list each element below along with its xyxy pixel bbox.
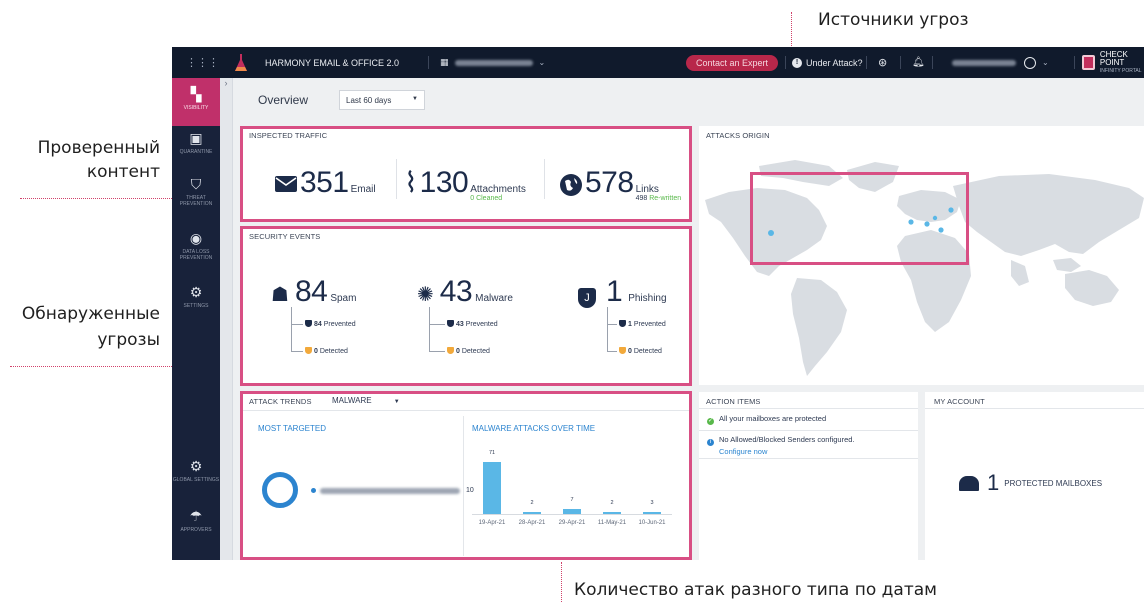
- sidebar-item-data-loss-prevention[interactable]: ◉ DATA LOSS PREVENTION: [172, 230, 220, 261]
- app-title: HARMONY EMAIL & OFFICE 2.0: [265, 57, 400, 68]
- callout-line: [561, 562, 562, 602]
- sidebar-item-visibility[interactable]: ▚ VISIBILITY: [172, 78, 220, 126]
- panel-title: MY ACCOUNT: [934, 397, 985, 406]
- info-icon: i: [707, 439, 714, 446]
- chevron-down-icon: ⌄: [538, 58, 546, 67]
- configure-now-link[interactable]: Configure now: [719, 447, 855, 456]
- highlight-attack-trends: [240, 391, 692, 560]
- action-item-senders: i No Allowed/Blocked Senders configured. …: [707, 435, 855, 456]
- sidebar-item-quarantine[interactable]: ▣ QUARANTINE: [172, 130, 220, 155]
- highlight-security-events: [240, 226, 692, 386]
- highlight-inspected-traffic: [240, 126, 692, 222]
- action-item-protected: ✓ All your mailboxes are protected: [707, 414, 827, 425]
- check-point-brand[interactable]: CHECK POINT INFINITY PORTAL: [1082, 47, 1144, 78]
- dlp-icon: ◉: [189, 230, 203, 246]
- chevron-right-icon: ›: [224, 78, 228, 88]
- callout-checked-content-l2: контент: [86, 162, 160, 182]
- mailbox-icon: [959, 475, 979, 491]
- harmony-logo-icon: [234, 47, 248, 78]
- shield-icon: ⛉: [190, 176, 202, 192]
- action-items-panel: ACTION ITEMS ✓ All your mailboxes are pro…: [699, 392, 918, 560]
- panel-title: ACTION ITEMS: [706, 397, 761, 406]
- bell-icon[interactable]: 🔔︎: [912, 47, 925, 78]
- my-account-panel: MY ACCOUNT 1 PROTECTED MAILBOXES: [925, 392, 1144, 560]
- callout-checked-content-l1: Проверенный: [37, 138, 160, 158]
- sidebar-item-settings[interactable]: ⚙ SETTINGS: [172, 284, 220, 309]
- user-menu[interactable]: ⌄: [952, 47, 1049, 78]
- page-title: Overview: [258, 93, 309, 107]
- callout-attacks-by-date: Количество атак разного типа по датам: [574, 580, 937, 600]
- sidebar-item-approvers[interactable]: ☂ APPROVERS: [172, 508, 220, 533]
- protected-mailboxes-stat: 1 PROTECTED MAILBOXES: [959, 470, 1102, 496]
- callout-threat-sources: Источники угроз: [818, 10, 969, 30]
- gear-icon: ⚙: [189, 458, 203, 474]
- alert-icon: !: [792, 57, 802, 68]
- sidebar-item-threat-prevention[interactable]: ⛉ THREAT PREVENTION: [172, 176, 220, 207]
- callout-detected-threats-l2: угрозы: [97, 330, 160, 350]
- caret-down-icon: ▼: [412, 96, 418, 102]
- gear-icon: ⚙: [189, 284, 203, 300]
- sidebar: ▚ VISIBILITY ▣ QUARANTINE ⛉ THREAT PREVE…: [172, 78, 220, 560]
- tenant-selector[interactable]: ▦ ⌄: [440, 47, 545, 78]
- support-icon[interactable]: ⊛: [878, 47, 887, 78]
- sidebar-item-global-settings[interactable]: ⚙ GLOBAL SETTINGS: [172, 458, 220, 483]
- annotated-screenshot: Источники угроз Проверенный контент Обна…: [0, 0, 1144, 602]
- top-bar: ⋮⋮⋮ HARMONY EMAIL & OFFICE 2.0 ▦ ⌄ Conta…: [172, 47, 1144, 78]
- sidebar-collapse-toggle[interactable]: ›: [220, 78, 233, 560]
- callout-detected-threats-l1: Обнаруженные: [21, 304, 160, 324]
- brand-line-2: INFINITY PORTAL: [1099, 67, 1142, 74]
- check-icon: ✓: [707, 418, 714, 425]
- check-point-logo-icon: [1082, 55, 1095, 70]
- under-attack-button[interactable]: ! Under Attack?: [792, 47, 863, 78]
- approvers-icon: ☂: [189, 508, 203, 524]
- highlight-attacks-origin: [750, 172, 969, 265]
- app-window: ⋮⋮⋮ HARMONY EMAIL & OFFICE 2.0 ▦ ⌄ Conta…: [172, 47, 1144, 560]
- contact-expert-button[interactable]: Contact an Expert: [686, 47, 779, 78]
- dashboard-icon: ▚: [190, 86, 202, 102]
- brand-line-1: CHECK POINT: [1099, 49, 1128, 67]
- quarantine-icon: ▣: [189, 130, 203, 146]
- date-range-select[interactable]: Last 60 days ▼: [339, 90, 425, 110]
- user-avatar-icon: [1024, 56, 1036, 69]
- app-launcher-icon[interactable]: ⋮⋮⋮: [186, 47, 219, 78]
- chevron-down-icon: ⌄: [1042, 58, 1049, 67]
- building-icon: ▦: [440, 57, 449, 67]
